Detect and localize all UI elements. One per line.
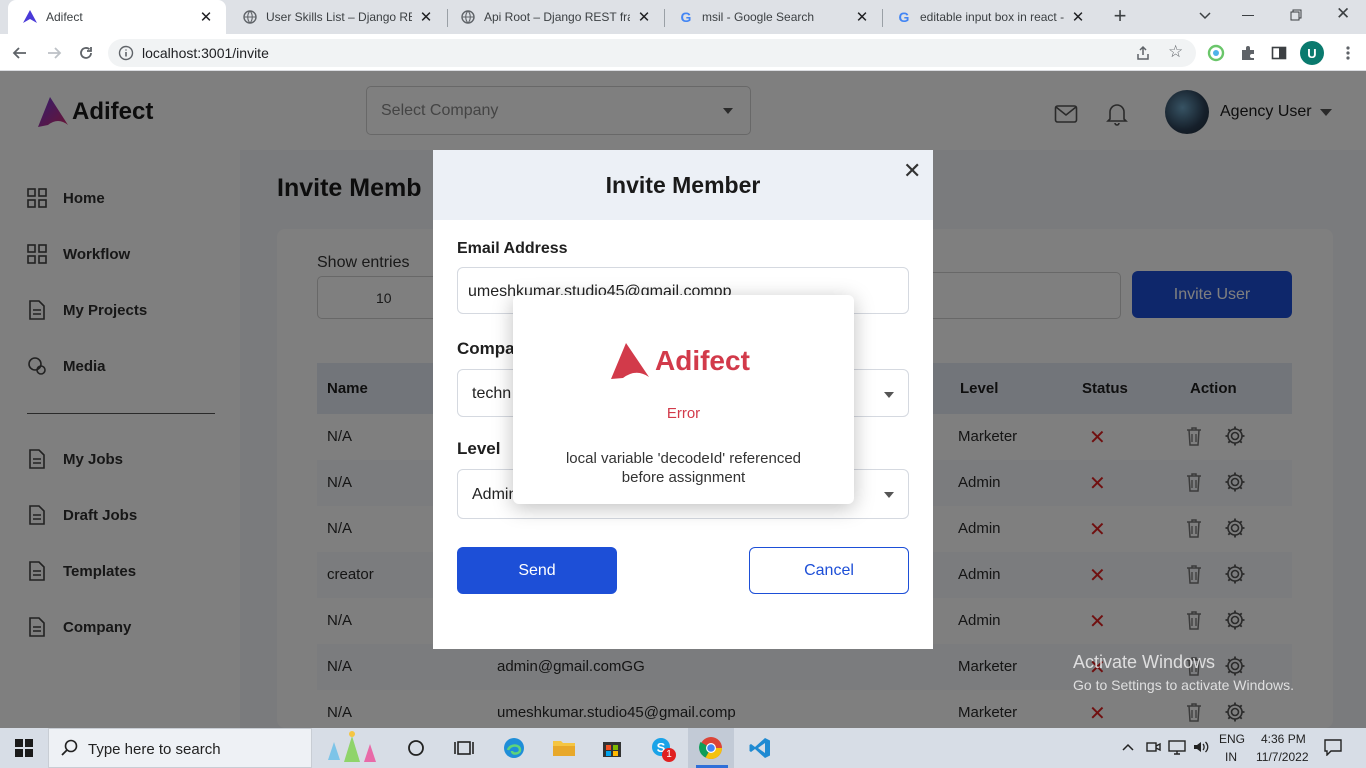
side-panel-icon[interactable] [1267, 41, 1291, 65]
browser-tab-adifect[interactable]: Adifect ✕ [8, 0, 226, 34]
activate-windows-title: Activate Windows [1073, 652, 1216, 672]
language-indicator[interactable]: ENG [1219, 732, 1245, 746]
globe-icon [460, 9, 476, 25]
browser-tab-msil[interactable]: G msil - Google Search ✕ [664, 0, 882, 34]
vscode-icon[interactable] [744, 732, 776, 764]
dropdown-caret-icon [884, 492, 894, 498]
volume-icon[interactable] [1192, 739, 1210, 755]
close-window-icon[interactable]: ✕ [1336, 5, 1350, 22]
modal-title: Invite Member [605, 172, 761, 198]
tab-search-chevron-icon[interactable] [1196, 6, 1214, 24]
google-icon: G [898, 9, 910, 25]
windows-start-icon[interactable] [8, 732, 40, 764]
puzzle-icon[interactable] [1236, 41, 1260, 65]
minimize-icon[interactable] [1242, 15, 1254, 16]
new-tab-icon[interactable]: + [1109, 5, 1131, 27]
close-tab-icon[interactable]: ✕ [636, 8, 652, 26]
search-icon [61, 739, 79, 757]
region-indicator[interactable]: IN [1225, 750, 1237, 764]
dropdown-caret-icon [884, 392, 894, 398]
task-view-icon[interactable] [448, 732, 480, 764]
cortana-icon[interactable] [400, 732, 432, 764]
alert-logo: Adifect [609, 341, 750, 381]
adifect-favicon-icon [22, 9, 38, 25]
tab-title: Adifect [46, 10, 83, 24]
close-tab-icon[interactable]: ✕ [854, 8, 870, 26]
search-highlight-icon [318, 730, 384, 766]
send-button[interactable]: Send [457, 547, 617, 594]
notification-center-icon[interactable] [1323, 738, 1343, 757]
url-text: localhost:3001/invite [142, 45, 269, 61]
clock-time[interactable]: 4:36 PM [1261, 732, 1306, 746]
file-explorer-icon[interactable] [548, 732, 580, 764]
google-icon: G [680, 9, 692, 25]
browser-tab-user-skills[interactable]: User Skills List – Django REST ✕ [228, 0, 446, 34]
tab-title: User Skills List – Django REST [266, 10, 412, 24]
taskbar-search-box[interactable]: Type here to search [48, 728, 312, 768]
company-label: Compa [457, 339, 515, 358]
forward-icon[interactable] [42, 41, 66, 65]
alert-logo-text: Adifect [655, 345, 750, 376]
tab-title: Api Root – Django REST fram [484, 10, 630, 24]
profile-avatar[interactable]: U [1300, 41, 1324, 65]
logo-icon [611, 343, 649, 379]
back-icon[interactable] [8, 41, 32, 65]
kebab-menu-icon[interactable] [1336, 41, 1360, 65]
cancel-button[interactable]: Cancel [749, 547, 909, 594]
email-label: Email Address [457, 240, 568, 257]
browser-tab-api-root[interactable]: Api Root – Django REST fram ✕ [446, 0, 664, 34]
browser-tab-editable-input[interactable]: G editable input box in react - ✕ [882, 0, 1098, 34]
meet-now-icon[interactable] [1145, 739, 1161, 755]
error-alert: Adifect Error local variable 'decodeId' … [513, 295, 854, 504]
activate-windows-subtitle: Go to Settings to activate Windows. [1073, 677, 1294, 693]
level-label: Level [457, 439, 501, 458]
alert-title: Error [666, 405, 701, 422]
bookmark-star-icon[interactable]: ☆ [1168, 42, 1183, 62]
modal-header: Invite Member ✕ [433, 150, 933, 220]
info-icon[interactable] [118, 45, 134, 61]
globe-icon [242, 9, 258, 25]
close-modal-icon[interactable]: ✕ [903, 158, 921, 184]
microsoft-store-icon[interactable] [596, 732, 628, 764]
network-icon[interactable] [1168, 739, 1186, 755]
close-tab-icon[interactable]: ✕ [1070, 8, 1086, 26]
restore-icon[interactable] [1290, 8, 1303, 21]
chrome-icon[interactable] [695, 732, 727, 764]
level-value: Admin [472, 486, 518, 503]
edge-icon[interactable] [498, 732, 530, 764]
system-tray-chevron-icon[interactable] [1121, 740, 1135, 754]
skype-icon[interactable]: S 1 [646, 732, 678, 764]
extension-icon[interactable] [1204, 41, 1228, 65]
share-icon[interactable] [1135, 45, 1151, 61]
clock-date[interactable]: 11/7/2022 [1256, 750, 1309, 764]
close-tab-icon[interactable]: ✕ [198, 8, 214, 26]
tab-title: editable input box in react - [920, 10, 1064, 24]
reload-icon[interactable] [74, 41, 98, 65]
address-bar[interactable]: localhost:3001/invite ☆ [108, 39, 1196, 67]
alert-message: local variable 'decodeId' referenced bef… [565, 450, 802, 486]
close-tab-icon[interactable]: ✕ [418, 8, 434, 26]
tab-title: msil - Google Search [702, 10, 815, 24]
search-placeholder: Type here to search [88, 741, 221, 758]
company-value: techn [472, 385, 512, 402]
notification-badge: 1 [662, 748, 676, 762]
